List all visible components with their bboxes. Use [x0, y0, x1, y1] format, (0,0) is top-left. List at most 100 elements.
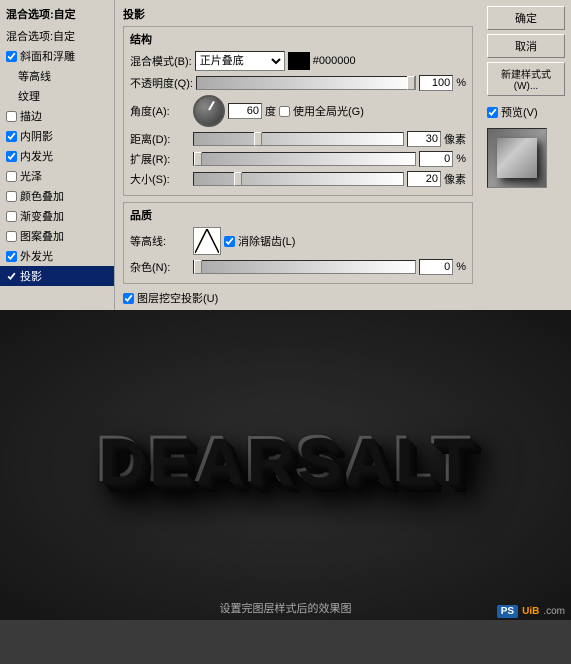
- sidebar-item-inner-shadow[interactable]: 内阴影: [0, 126, 114, 146]
- stroke-checkbox[interactable]: [6, 111, 17, 122]
- distance-value[interactable]: [407, 131, 441, 147]
- distance-unit: 像素: [444, 131, 466, 147]
- noise-slider[interactable]: [193, 260, 416, 274]
- hex-label: #000000: [313, 55, 356, 67]
- opacity-row: 不透明度(Q): %: [130, 75, 466, 91]
- preview-thumbnail: [487, 128, 547, 188]
- spread-slider[interactable]: [193, 152, 416, 166]
- angle-row: 角度(A): 度 使用全局光(G): [130, 95, 466, 127]
- sidebar-item-outer-glow[interactable]: 外发光: [0, 246, 114, 266]
- sidebar-item-label: 纹理: [18, 88, 40, 104]
- spread-unit: %: [456, 153, 466, 165]
- blend-mode-row: 混合模式(B): 正片叠底 #000000: [130, 51, 466, 71]
- color-overlay-checkbox[interactable]: [6, 191, 17, 202]
- outer-glow-checkbox[interactable]: [6, 251, 17, 262]
- noise-slider-container: [193, 260, 416, 274]
- contour-preview[interactable]: [193, 227, 221, 255]
- sidebar-item-label: 内发光: [20, 148, 53, 164]
- sidebar-item-label: 颜色叠加: [20, 188, 64, 204]
- inner-shadow-checkbox[interactable]: [6, 131, 17, 142]
- global-light-label: 使用全局光(G): [279, 103, 364, 119]
- sidebar-item-label: 描边: [20, 108, 42, 124]
- ok-button[interactable]: 确定: [487, 6, 565, 30]
- main-text: DEARSALT: [96, 421, 474, 497]
- noise-label: 杂色(N):: [130, 259, 190, 275]
- global-light-checkbox[interactable]: [279, 106, 290, 117]
- quality-title: 品质: [130, 207, 466, 223]
- shadow-color-swatch[interactable]: [288, 52, 310, 70]
- opacity-slider[interactable]: [196, 76, 416, 90]
- spread-slider-container: [193, 152, 416, 166]
- contour-label: 等高线:: [130, 233, 190, 249]
- sidebar-item-label: 投影: [20, 268, 42, 284]
- sidebar-item-label: 渐变叠加: [20, 208, 64, 224]
- sidebar-item-blend-options[interactable]: 混合选项:自定: [0, 26, 114, 46]
- layer-knockout-checkbox[interactable]: [123, 293, 134, 304]
- bottom-logo-area: PS UiB .com: [497, 605, 565, 618]
- gradient-overlay-checkbox[interactable]: [6, 211, 17, 222]
- opacity-slider-container: [196, 76, 416, 90]
- image-caption: 设置完图层样式后的效果图: [0, 600, 571, 616]
- new-style-button[interactable]: 新建样式式(W)...: [487, 62, 565, 96]
- sidebar-item-label: 内阴影: [20, 128, 53, 144]
- sidebar-item-satin[interactable]: 光泽: [0, 166, 114, 186]
- bevel-checkbox[interactable]: [6, 51, 17, 62]
- distance-label: 距离(D):: [130, 131, 190, 147]
- antialiased-checkbox[interactable]: [224, 236, 235, 247]
- sidebar-item-stroke[interactable]: 描边: [0, 106, 114, 126]
- sidebar-item-label: 外发光: [20, 248, 53, 264]
- preview-checkbox[interactable]: [487, 107, 498, 118]
- distance-slider-container: [193, 132, 404, 146]
- preview-inner: [497, 138, 537, 178]
- sidebar: 混合选项:自定 混合选项:自定 斜面和浮雕 等高线 纹理 描边 内阴影 内发光: [0, 0, 115, 310]
- blend-mode-select[interactable]: 正片叠底: [195, 51, 285, 71]
- angle-value[interactable]: [228, 103, 262, 119]
- sidebar-item-pattern-overlay[interactable]: 图案叠加: [0, 226, 114, 246]
- spread-row: 扩展(R): %: [130, 151, 466, 167]
- preview-row: 预览(V): [487, 104, 565, 120]
- distance-slider[interactable]: [193, 132, 404, 146]
- noise-row: 杂色(N): %: [130, 259, 466, 275]
- spread-value[interactable]: [419, 151, 453, 167]
- inner-glow-checkbox[interactable]: [6, 151, 17, 162]
- layer-style-dialog: 混合选项:自定 混合选项:自定 斜面和浮雕 等高线 纹理 描边 内阴影 内发光: [0, 0, 571, 310]
- angle-label: 角度(A):: [130, 103, 190, 119]
- noise-value[interactable]: [419, 259, 453, 275]
- structure-section: 结构 混合模式(B): 正片叠底 #000000 不透明度(Q): %: [123, 26, 473, 196]
- cancel-button[interactable]: 取消: [487, 34, 565, 58]
- panel-title: 投影: [123, 6, 145, 22]
- size-slider[interactable]: [193, 172, 404, 186]
- angle-knob[interactable]: [193, 95, 225, 127]
- ps-logo: PS: [497, 605, 518, 618]
- drop-shadow-checkbox[interactable]: [6, 271, 17, 282]
- size-unit: 像素: [444, 171, 466, 187]
- com-label: .com: [543, 606, 565, 617]
- opacity-value[interactable]: [419, 75, 453, 91]
- pattern-overlay-checkbox[interactable]: [6, 231, 17, 242]
- size-label: 大小(S):: [130, 171, 190, 187]
- sidebar-item-texture[interactable]: 纹理: [0, 86, 114, 106]
- sidebar-item-bevel[interactable]: 斜面和浮雕: [0, 46, 114, 66]
- size-value[interactable]: [407, 171, 441, 187]
- size-row: 大小(S): 像素: [130, 171, 466, 187]
- sidebar-item-gradient-overlay[interactable]: 渐变叠加: [0, 206, 114, 226]
- sidebar-item-label: 斜面和浮雕: [20, 48, 75, 64]
- sidebar-item-drop-shadow[interactable]: 投影: [0, 266, 114, 286]
- knob-indicator: [208, 101, 215, 111]
- distance-row: 距离(D): 像素: [130, 131, 466, 147]
- size-slider-container: [193, 172, 404, 186]
- contour-row: 等高线: 消除锯齿(L): [130, 227, 466, 255]
- opacity-label: 不透明度(Q):: [130, 75, 193, 91]
- opacity-unit: %: [456, 77, 466, 89]
- angle-unit: 度: [265, 103, 276, 119]
- sidebar-item-contour[interactable]: 等高线: [0, 66, 114, 86]
- sidebar-title: 混合选项:自定: [0, 4, 114, 26]
- sidebar-item-color-overlay[interactable]: 颜色叠加: [0, 186, 114, 206]
- sidebar-item-label: 等高线: [18, 68, 51, 84]
- sidebar-item-label: 光泽: [20, 168, 42, 184]
- sidebar-item-inner-glow[interactable]: 内发光: [0, 146, 114, 166]
- drop-shadow-panel: 投影 结构 混合模式(B): 正片叠底 #000000 不透明度(Q):: [115, 0, 481, 310]
- satin-checkbox[interactable]: [6, 171, 17, 182]
- sidebar-item-label: 图案叠加: [20, 228, 64, 244]
- layer-knockout-row: 图层挖空投影(U): [123, 290, 473, 306]
